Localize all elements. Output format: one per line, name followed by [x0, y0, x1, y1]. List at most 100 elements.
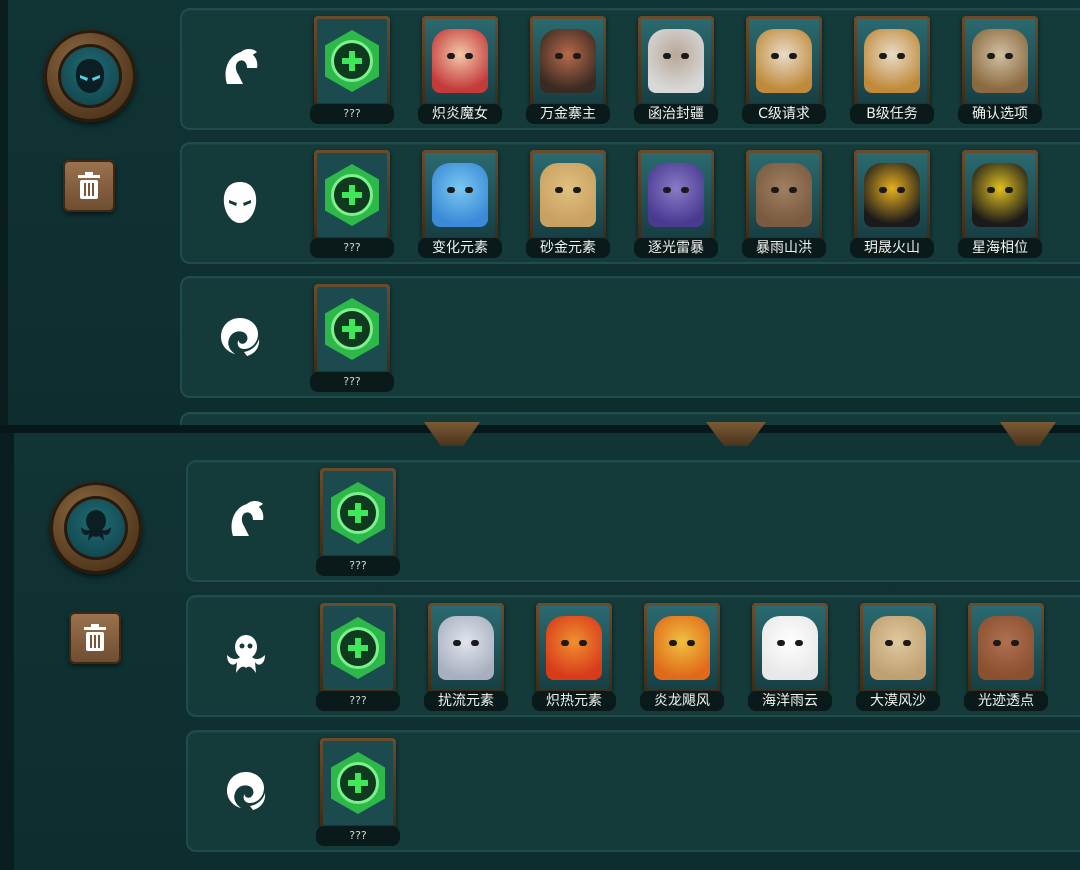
- card-frame: [530, 150, 606, 240]
- hero-card[interactable]: 函治封疆: [634, 16, 718, 124]
- card-frame: [530, 16, 606, 106]
- add-hero-slot[interactable]: ???: [310, 16, 394, 124]
- card-frame: [314, 150, 390, 240]
- add-hero-icon: [317, 19, 387, 103]
- trash-icon: [78, 172, 100, 199]
- hero-card[interactable]: 变化元素: [418, 150, 502, 258]
- card-frame: [320, 468, 396, 558]
- add-hero-slot[interactable]: ???: [316, 468, 400, 576]
- card-frame: [320, 603, 396, 693]
- hooded-mask-icon: [212, 175, 268, 231]
- card-frame: [422, 16, 498, 106]
- card-frame: [962, 16, 1038, 106]
- card-name-label: ???: [310, 238, 394, 258]
- hero-row-mage: ???: [180, 276, 1080, 398]
- add-hero-icon: [317, 153, 387, 237]
- hero-card[interactable]: C级请求: [742, 16, 826, 124]
- hero-card[interactable]: 万金寨主: [526, 16, 610, 124]
- hero-row-warrior: ???: [186, 460, 1080, 582]
- add-hero-slot[interactable]: ???: [316, 738, 400, 846]
- hero-card[interactable]: B级任务: [850, 16, 934, 124]
- faction-emblem[interactable]: [50, 482, 142, 574]
- card-frame: [962, 150, 1038, 240]
- add-hero-icon: [323, 471, 393, 555]
- hero-row-beast: ??? 扰流元素 炽热元素 炎龙飓风 海洋雨云 大漠风沙 光迹透点: [186, 595, 1080, 717]
- card-frame: [536, 603, 612, 693]
- sand-elemental-portrait: [533, 153, 603, 237]
- add-hero-slot[interactable]: ???: [316, 603, 400, 711]
- panel-divider: [0, 425, 1080, 433]
- hero-card[interactable]: 炽热元素: [532, 603, 616, 711]
- fire-tornado-portrait: [647, 606, 717, 690]
- card-frame: [746, 150, 822, 240]
- scarecrow-target-portrait: [965, 19, 1035, 103]
- card-name-label: 炽热元素: [532, 691, 616, 711]
- masked-assassin-icon: [75, 59, 105, 93]
- swirl-icon: [212, 309, 268, 365]
- card-name-label: 玥晟火山: [850, 238, 934, 258]
- hero-card[interactable]: 确认选项: [958, 16, 1042, 124]
- card-frame: [752, 603, 828, 693]
- black-dragon-portrait: [965, 153, 1035, 237]
- card-name-label: 光迹透点: [964, 691, 1048, 711]
- card-name-label: ???: [316, 556, 400, 576]
- card-frame: [638, 16, 714, 106]
- hero-card[interactable]: 大漠风沙: [856, 603, 940, 711]
- card-frame: [854, 16, 930, 106]
- hero-card[interactable]: 砂金元素: [526, 150, 610, 258]
- deck-panel-2: ??? ??? 扰流元素 炽热元素 炎龙飓风 海洋雨云 大漠风沙 光迹透点 ???: [0, 432, 1080, 870]
- card-name-label: B级任务: [850, 104, 934, 124]
- brown-dragon-portrait: [971, 606, 1041, 690]
- card-name-label: 确认选项: [958, 104, 1042, 124]
- sandstorm-elemental-portrait: [863, 606, 933, 690]
- mud-elemental-portrait: [749, 153, 819, 237]
- kraken-icon: [81, 510, 111, 541]
- hero-card[interactable]: 炎龙飓风: [640, 603, 724, 711]
- panel-side-column: [8, 0, 178, 428]
- pirate-captain-portrait: [533, 19, 603, 103]
- hero-card[interactable]: 暴雨山洪: [742, 150, 826, 258]
- add-hero-icon: [323, 606, 393, 690]
- card-frame: [314, 16, 390, 106]
- card-name-label: ???: [316, 826, 400, 846]
- old-eyepatch-wizard-portrait: [641, 19, 711, 103]
- card-name-label: 砂金元素: [526, 238, 610, 258]
- water-elemental-portrait: [425, 153, 495, 237]
- add-hero-slot[interactable]: ???: [310, 150, 394, 258]
- hero-card[interactable]: 扰流元素: [424, 603, 508, 711]
- spartan-helmet-icon: [218, 493, 274, 549]
- hero-card[interactable]: 星海相位: [958, 150, 1042, 258]
- panel-side-column: [14, 432, 184, 870]
- card-frame: [638, 150, 714, 240]
- hero-card[interactable]: 逐光雷暴: [634, 150, 718, 258]
- delete-deck-button[interactable]: [63, 160, 115, 212]
- card-frame: [860, 603, 936, 693]
- card-name-label: ???: [310, 372, 394, 392]
- totem-mask-portrait: [857, 19, 927, 103]
- kraken-icon: [218, 628, 274, 684]
- faction-emblem[interactable]: [44, 30, 136, 122]
- hero-card[interactable]: 炽炎魔女: [418, 16, 502, 124]
- hero-row-rogue: ??? 变化元素 砂金元素 逐光雷暴 暴雨山洪 玥晟火山 星海相位: [180, 142, 1080, 264]
- hero-card[interactable]: 海洋雨云: [748, 603, 832, 711]
- card-frame: [314, 284, 390, 374]
- hero-card[interactable]: 玥晟火山: [850, 150, 934, 258]
- delete-deck-button[interactable]: [69, 612, 121, 664]
- trash-icon: [84, 624, 106, 651]
- card-frame: [746, 16, 822, 106]
- card-name-label: ???: [310, 104, 394, 124]
- card-name-label: 逐光雷暴: [634, 238, 718, 258]
- wind-elemental-portrait: [431, 606, 501, 690]
- hero-row-warrior: ??? 炽炎魔女 万金寨主 函治封疆 C级请求 B级任务 确认选项: [180, 8, 1080, 130]
- cloud-elemental-portrait: [755, 606, 825, 690]
- card-name-label: 万金寨主: [526, 104, 610, 124]
- add-hero-slot[interactable]: ???: [310, 284, 394, 392]
- card-name-label: 变化元素: [418, 238, 502, 258]
- hero-card[interactable]: 光迹透点: [964, 603, 1048, 711]
- card-frame: [422, 150, 498, 240]
- fire-elemental-portrait: [539, 606, 609, 690]
- totem-mask-portrait: [749, 19, 819, 103]
- card-name-label: 函治封疆: [634, 104, 718, 124]
- card-name-label: 海洋雨云: [748, 691, 832, 711]
- spartan-helmet-icon: [212, 41, 268, 97]
